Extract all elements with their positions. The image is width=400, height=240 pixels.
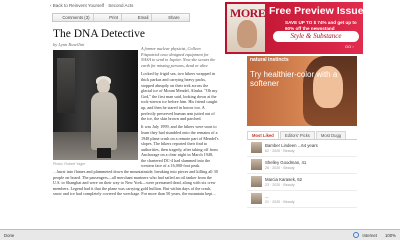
breadcrumb: ‹ Back to Reinvent Yourself Second Acts [50,3,136,8]
item-thumbnail [251,176,262,187]
item-name: Bamber Lindeen ...64 years [265,143,318,148]
ad-headline: Free Preview Issue [269,5,363,17]
zoom-level[interactable]: 100% [385,233,396,238]
ad-natural-instincts[interactable]: natural instincts Try healthier-color wi… [247,56,357,126]
article-photo [53,50,138,160]
security-zone: Internet [362,232,377,238]
cover-face [237,20,257,48]
sidebar-list: Bamber Lindeen ...64 years 62 · 2020 · B… [247,140,357,208]
item-meta: 21 · 2020 · Beauty [265,199,295,204]
magazine-cover: MORE [227,4,266,52]
sidebar-tabs: Most Liked Editors' Picks Most Dugg [247,131,357,140]
list-item[interactable]: Bamber Lindeen ...64 years 62 · 2020 · B… [247,140,357,157]
list-item[interactable]: ... 21 · 2020 · Beauty [247,191,357,208]
ad-pitch: Try healthier-color with a softener [250,70,338,88]
share-button[interactable]: Share [165,14,182,22]
ad-tagline: Style & Substance [273,31,359,42]
tab-most-dugg[interactable]: Most Dugg [315,131,347,139]
item-meta: 23 · 2020 · Beauty [265,182,295,187]
email-button[interactable]: Email [135,13,153,22]
photo-coat [91,92,117,150]
article-title: The DNA Detective [53,28,145,40]
tab-most-liked[interactable]: Most Liked [247,131,279,139]
article-paragraph: It was July 1999, and the hikers were so… [141,124,219,169]
photo-legs [97,148,111,158]
item-thumbnail [251,142,262,153]
list-item[interactable]: Marcia Karasek, 62 23 · 2020 · Beauty [247,174,357,191]
comments-button[interactable]: Comments (3) [59,13,94,22]
ad-brand: natural instincts [250,57,289,63]
photo-window [57,58,75,113]
status-text: Done [4,232,15,238]
ad-go-button[interactable]: GO › [345,44,354,49]
tab-editors-picks[interactable]: Editors' Picks [279,131,315,139]
article-byline: by Lynn Rosellini [53,42,85,47]
item-meta: 62 · 2020 · Beauty [265,148,295,153]
print-button[interactable]: Print [106,13,123,22]
ad-more-preview[interactable]: MORE Free Preview Issue SAVE UP TO $ 74%… [225,2,363,54]
ad-subline: SAVE UP TO $ 74% and get up to 60% off t… [285,20,357,31]
article-body-column: A former nuclear physicist, Colleen Fitz… [141,46,219,172]
article-lead: A former nuclear physicist, Colleen Fitz… [141,46,216,68]
item-meta: 28 · 2020 · Beauty [265,165,295,170]
item-name: Shelley Goodman, 41 [265,160,307,165]
photo-caption: Photo: Robert Yager [53,162,86,166]
magazine-logo: MORE [230,6,266,20]
item-name: Marcia Karasek, 62 [265,177,303,182]
back-link[interactable]: ‹ Back to Reinvent Yourself [50,3,104,8]
browser-status-bar: Done Internet 100% [0,229,400,240]
item-thumbnail [251,159,262,170]
article-toolbar: Comments (3) Print Email Share [52,13,190,22]
item-thumbnail [251,193,262,204]
globe-icon [353,232,360,238]
list-item[interactable]: Shelley Goodman, 41 28 · 2020 · Beauty [247,157,357,174]
article-body-full: …burst into flames and plummeted down th… [53,169,218,197]
section-link[interactable]: Second Acts [108,3,133,8]
article-paragraph: Locked by frigid sea, two hikers wrapped… [141,71,218,122]
item-name: ... [265,194,269,199]
